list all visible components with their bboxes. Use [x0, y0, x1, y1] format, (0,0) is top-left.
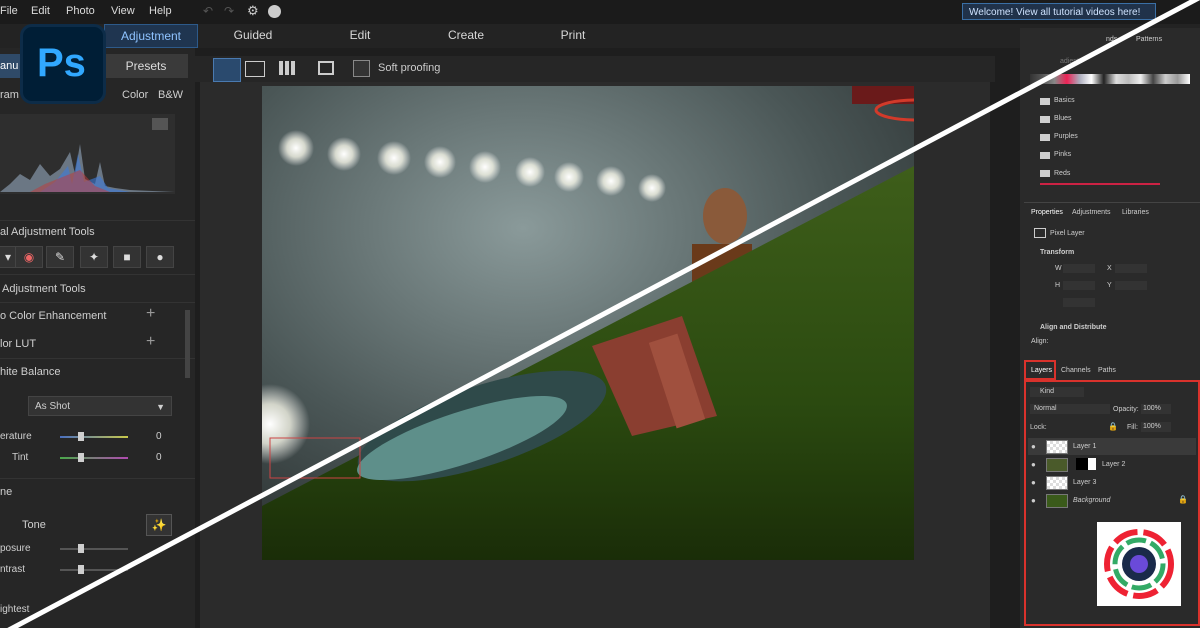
split-divider [7, 0, 1200, 628]
